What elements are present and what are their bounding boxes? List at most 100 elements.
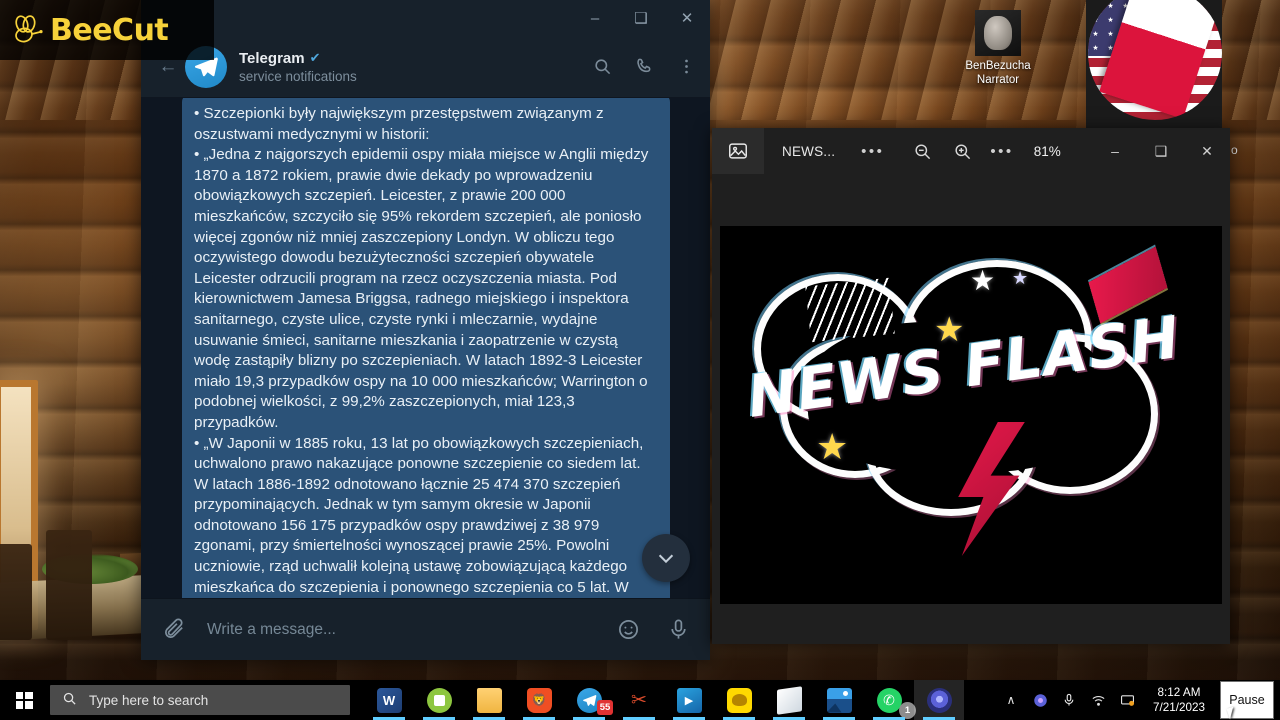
windows-logo-icon: [15, 691, 33, 709]
telegram-message-list[interactable]: • Szczepionki były największym przestęps…: [141, 98, 710, 598]
taskbar-telegram[interactable]: 55: [564, 680, 614, 720]
more-vertical-icon[interactable]: [676, 57, 696, 77]
telegram-message-bubble: • Szczepionki były największym przestęps…: [182, 98, 670, 598]
microphone-icon[interactable]: [666, 618, 690, 642]
start-button[interactable]: [0, 680, 48, 720]
photo-viewer-canvas[interactable]: ★ ★ ★ ★ NEWS FLASH: [720, 226, 1222, 604]
search-placeholder: Type here to search: [89, 692, 209, 708]
telegram-header-actions: [592, 57, 696, 77]
photo-viewer-close-button[interactable]: ✕: [1184, 128, 1230, 174]
telegram-composer[interactable]: Write a message...: [141, 598, 710, 660]
yellow-star-icon: ★: [816, 426, 849, 467]
green-cloud-icon: [426, 687, 452, 713]
white-page-icon: [776, 685, 802, 715]
whatsapp-icon: ✆: [876, 687, 902, 713]
display-icon[interactable]: [1118, 690, 1136, 710]
taskbar-onedrive-green[interactable]: [414, 680, 464, 720]
photo-viewer-title: NEWS...: [782, 143, 836, 159]
yellow-star-icon: ★: [934, 311, 965, 349]
taskbar-snipping-tool[interactable]: ✂: [614, 680, 664, 720]
message-paragraph: • „Jedna z najgorszych epidemii ospy mia…: [194, 146, 649, 431]
telegram-window: – ❑ ✕ ← Telegram ✔ service notifications: [141, 0, 710, 660]
news-flash-graphic: ★ ★ ★ ★ NEWS FLASH: [720, 226, 1222, 604]
paperclip-icon[interactable]: [161, 617, 187, 643]
background-text-fragment: o: [1231, 143, 1238, 157]
us-poland-flag-graphic: ★★★★★ ★★★★★ ★★★★★ ★★★★★ ★★★★★: [1086, 0, 1222, 128]
speed-lines-icon: [805, 277, 895, 343]
desktop-icon-thumbnail: [975, 10, 1021, 56]
photo-viewer-overflow-left[interactable]: •••: [861, 143, 884, 160]
message-paragraph: • „W Japonii w 1885 roku, 13 lat po obow…: [194, 434, 644, 596]
telegram-minimize-button[interactable]: –: [572, 0, 618, 36]
taskbar-word[interactable]: W: [364, 680, 414, 720]
message-input-placeholder[interactable]: Write a message...: [207, 621, 616, 639]
smiley-icon[interactable]: [616, 618, 640, 642]
brave-lion-icon: 🦁: [526, 687, 552, 713]
taskbar-whatsapp[interactable]: ✆ 1: [864, 680, 916, 720]
photos-app-icon[interactable]: [712, 128, 764, 174]
photo-viewer-maximize-button[interactable]: ❑: [1138, 128, 1184, 174]
telegram-close-button[interactable]: ✕: [664, 0, 710, 36]
taskbar-file-explorer[interactable]: [464, 680, 514, 720]
photo-viewer-minimize-button[interactable]: –: [1092, 128, 1138, 174]
taskbar-search-box[interactable]: Type here to search: [50, 685, 350, 715]
beecut-icon: [726, 687, 752, 713]
photo-viewer-window-controls: – ❑ ✕: [1092, 128, 1230, 174]
desktop-icon-label-line2: Narrator: [976, 74, 1020, 86]
folder-icon: [476, 687, 502, 713]
search-icon: [62, 691, 77, 709]
composer-actions: [616, 618, 690, 642]
search-icon[interactable]: [592, 57, 612, 77]
wallpaper-chair: [0, 544, 32, 640]
taskbar-photos[interactable]: [814, 680, 864, 720]
telegram-chat-header: ← Telegram ✔ service notifications: [141, 36, 710, 98]
taskbar-beecut[interactable]: [714, 680, 764, 720]
bee-icon: [15, 15, 43, 43]
photo-viewer-window: NEWS... ••• ••• 81% – ❑ ✕ ★ ★ ★ ★ NEWS F…: [712, 128, 1230, 644]
zoom-out-icon[interactable]: [910, 139, 934, 163]
small-star-icon: ★: [1012, 268, 1029, 288]
photos-icon: [826, 687, 852, 713]
portrait-icon: [984, 16, 1012, 50]
telegram-name-row: Telegram ✔: [239, 50, 592, 67]
chevron-up-icon[interactable]: ∧: [1002, 690, 1020, 710]
taskbar-brave[interactable]: 🦁: [514, 680, 564, 720]
desktop-icon-benbezucha-narrator[interactable]: BenBezucha Narrator: [955, 10, 1041, 87]
chevron-down-icon: [658, 554, 674, 564]
wifi-icon[interactable]: [1089, 690, 1107, 710]
telegram-titlebar: – ❑ ✕: [141, 0, 710, 36]
screen-root: BenBezucha Narrator ★★★★★ ★★★★★ ★★★★★ ★★…: [0, 0, 1280, 720]
wallpaper-chair: [46, 530, 92, 640]
desktop-icon-label-line1: BenBezucha: [965, 60, 1031, 72]
microphone-icon[interactable]: [1060, 690, 1078, 710]
beecut-label: BeeCut: [50, 12, 169, 48]
play-icon: ▶: [676, 687, 702, 713]
taskbar-clock[interactable]: 8:12 AM 7/21/2023: [1153, 685, 1205, 715]
telegram-chat-subtitle: service notifications: [239, 68, 357, 84]
scissors-icon: ✂: [631, 689, 647, 711]
message-paragraph: • Szczepionki były największym przestęps…: [194, 105, 604, 143]
desktop-icon-label: BenBezucha Narrator: [965, 59, 1030, 87]
telegram-chat-identity: Telegram ✔ service notifications: [239, 50, 592, 84]
white-star-icon: ★: [970, 265, 996, 296]
clock-date: 7/21/2023: [1153, 701, 1205, 714]
telegram-unread-badge: 55: [597, 700, 613, 715]
circle-app-icon: [926, 687, 952, 713]
zoom-level-label: 81%: [1033, 143, 1061, 159]
photo-viewer-toolbar: NEWS... ••• ••• 81% – ❑ ✕: [712, 128, 1230, 174]
telegram-maximize-button[interactable]: ❑: [618, 0, 664, 36]
scroll-to-bottom-button[interactable]: [642, 534, 690, 582]
phone-icon[interactable]: [634, 57, 654, 77]
photo-viewer-zoom-controls: [910, 139, 974, 163]
taskbar-active-app[interactable]: [914, 680, 964, 720]
flag-disc: ★★★★★ ★★★★★ ★★★★★ ★★★★★ ★★★★★: [1088, 0, 1222, 120]
zoom-in-icon[interactable]: [950, 139, 974, 163]
telegram-chat-title: Telegram: [239, 49, 305, 67]
taskbar: Type here to search W 🦁 55 ✂ ▶ ✆ 1 ∧ 8:1…: [0, 680, 1280, 720]
beecut-watermark: BeeCut: [0, 0, 214, 60]
taskbar-media-player[interactable]: ▶: [664, 680, 714, 720]
photo-viewer-overflow-right[interactable]: •••: [990, 143, 1013, 160]
taskbar-white-app[interactable]: [764, 680, 814, 720]
verified-badge-icon: ✔: [309, 50, 321, 65]
circle-app-icon[interactable]: [1031, 690, 1049, 710]
